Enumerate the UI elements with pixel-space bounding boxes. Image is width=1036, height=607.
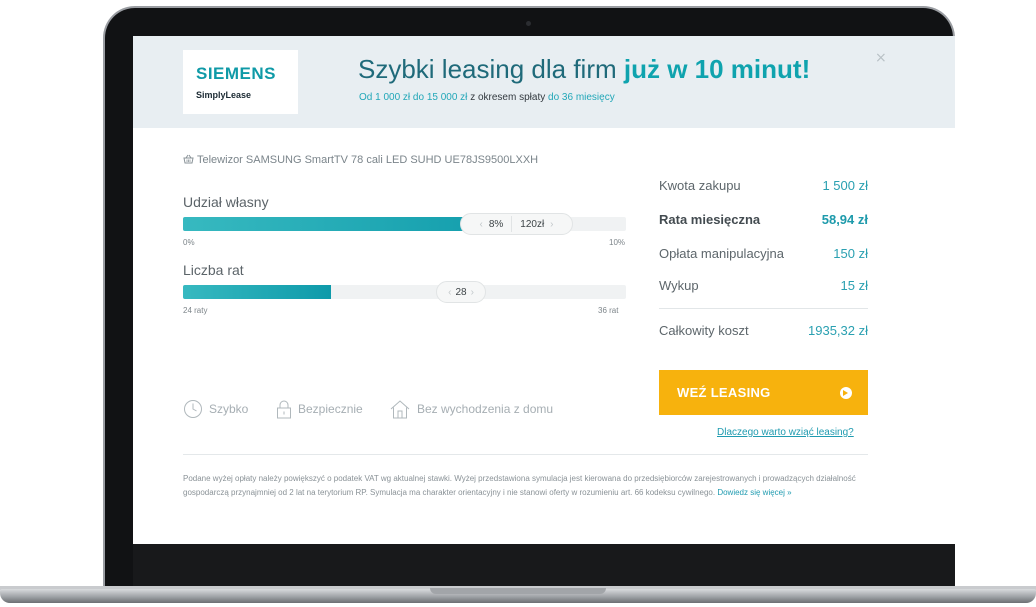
summary-buyout: Wykup 15 zł [659, 278, 868, 293]
total-cost-label: Całkowity koszt [659, 323, 749, 338]
laptop-base-notch [430, 588, 606, 594]
subheadline-period: do 36 miesięcy [548, 92, 615, 103]
summary-purchase-amount: Kwota zakupu 1 500 zł [659, 178, 868, 193]
shopping-basket-icon [183, 154, 194, 164]
product-name: Telewizor SAMSUNG SmartTV 78 cali LED SU… [197, 154, 539, 166]
installments-max: 36 rat [598, 306, 619, 315]
summary-total-cost: Całkowity koszt 1935,32 zł [659, 323, 868, 338]
buyout-label: Wykup [659, 278, 699, 293]
feature-safe-label: Bezpiecznie [298, 402, 363, 416]
down-payment-label: Udział własny [183, 194, 269, 210]
disclaimer: Podane wyżej opłaty należy powiększyć o … [183, 472, 873, 500]
subheadline: Od 1 000 zł do 15 000 zł z okresem spłat… [359, 92, 615, 103]
buyout-value: 15 zł [840, 278, 868, 293]
chevron-left-icon[interactable]: ‹ [444, 287, 455, 298]
arrow-right-circle-icon [840, 386, 852, 399]
purchase-amount-value: 1 500 zł [822, 178, 868, 193]
take-leasing-button[interactable]: WEŹ LEASING [659, 370, 868, 415]
take-leasing-label: WEŹ LEASING [677, 385, 771, 400]
feature-safe: Bezpiecznie [276, 398, 363, 420]
leasing-modal: SIEMENS SimplyLease Szybki leasing dla f… [133, 36, 955, 544]
camera-dot [526, 21, 531, 26]
feature-remote-label: Bez wychodzenia z domu [417, 402, 554, 416]
down-payment-handle[interactable]: ‹ 8% 120zł › [460, 213, 573, 235]
chevron-right-icon[interactable]: › [544, 219, 559, 230]
summary-divider [659, 308, 868, 309]
feature-fast: Szybko [183, 398, 248, 420]
lock-icon [277, 400, 291, 419]
logo-main-text: SIEMENS [196, 64, 277, 83]
product-line: Telewizor SAMSUNG SmartTV 78 cali LED SU… [183, 154, 538, 166]
feature-fast-label: Szybko [209, 402, 249, 416]
down-payment-slider[interactable]: ‹ 8% 120zł › [183, 213, 626, 235]
installments-fill [183, 285, 331, 299]
summary-monthly-rate: Rata miesięczna 58,94 zł [659, 212, 868, 227]
handle-separator [511, 216, 513, 232]
headline-prefix: Szybki leasing dla firm [358, 54, 624, 84]
total-cost-value: 1935,32 zł [808, 323, 868, 338]
logo-sub-text: SimplyLease [196, 90, 252, 100]
down-payment-amount: 120zł [520, 218, 545, 230]
house-icon [390, 400, 410, 419]
chevron-right-icon[interactable]: › [467, 287, 478, 298]
monthly-rate-label: Rata miesięczna [659, 212, 761, 227]
screen-bottom-bezel [133, 544, 955, 590]
handling-fee-value: 150 zł [833, 246, 868, 261]
chevron-left-icon[interactable]: ‹ [473, 219, 488, 230]
subheadline-amount: Od 1 000 zł do 15 000 zł [359, 92, 468, 103]
installments-value: 28 [455, 286, 467, 298]
handling-fee-label: Opłata manipulacyjna [659, 246, 785, 261]
down-payment-percent: 8% [488, 218, 504, 230]
monthly-rate-value: 58,94 zł [821, 212, 868, 227]
clock-icon [184, 400, 202, 418]
installments-slider[interactable]: ‹ 28 › [183, 281, 626, 303]
down-payment-min: 0% [183, 238, 195, 247]
headline: Szybki leasing dla firm już w 10 minut! [358, 54, 810, 85]
purchase-amount-label: Kwota zakupu [659, 178, 741, 193]
headline-highlight: już w 10 minut! [623, 54, 811, 84]
brand-logo: SIEMENS SimplyLease [183, 50, 298, 114]
learn-more-link[interactable]: Dowiedz się więcej » [717, 488, 791, 497]
content-divider [183, 454, 868, 455]
installments-handle[interactable]: ‹ 28 › [436, 281, 486, 303]
close-icon[interactable]: × [875, 50, 887, 66]
feature-remote: Bez wychodzenia z domu [389, 398, 553, 420]
installments-min: 24 raty [183, 306, 208, 315]
subheadline-middle: z okresem spłaty [467, 92, 549, 103]
down-payment-max: 10% [609, 238, 626, 247]
modal-header: SIEMENS SimplyLease Szybki leasing dla f… [133, 36, 955, 128]
summary-handling-fee: Opłata manipulacyjna 150 zł [659, 246, 868, 261]
why-leasing-link[interactable]: Dlaczego warto wziąć leasing? [717, 427, 854, 438]
installments-label: Liczba rat [183, 262, 244, 278]
